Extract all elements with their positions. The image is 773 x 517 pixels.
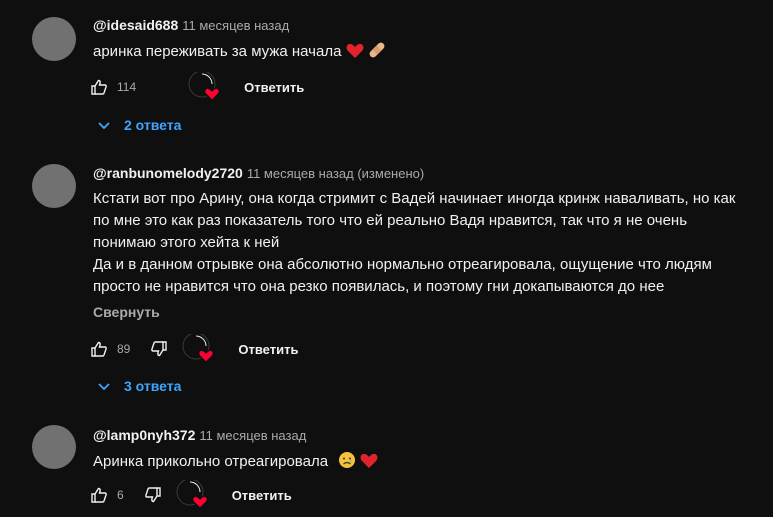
collapse-button[interactable]: Свернуть [93,304,160,320]
replies-label: 3 ответа [124,378,182,394]
comment-time[interactable]: 11 месяцев назад (изменено) [247,166,424,181]
thumbs-down-icon[interactable] [144,486,162,504]
comment-header: @lamp0nyh372 11 месяцев назад [93,426,306,445]
like-count: 6 [117,488,124,502]
comment-text-line: Кстати вот про Арину, она когда стримит … [93,190,736,207]
creator-heart-icon[interactable] [182,332,214,364]
comment-header: @idesaid688 11 месяцев назад [93,16,289,35]
comment-text-line: по мне это как раз показатель того что е… [93,212,688,229]
thumbs-up-icon[interactable] [90,340,108,358]
comment-text: аринка переживать за мужа начала [93,41,773,63]
comment-text-line: Да и в данном отрывке она абсолютно норм… [93,256,712,273]
comment-author[interactable]: @ranbunomelody2720 [93,165,243,181]
comment-text-line: просто не нравится что она резко появила… [93,278,665,295]
creator-heart-icon[interactable] [176,478,208,510]
comment-actions: 89 Ответить [90,332,298,364]
comment-text: Кстати вот про Арину, она когда стримит … [93,188,773,298]
like-count: 114 [117,80,137,94]
reply-button[interactable]: Ответить [238,342,298,357]
thumbs-up-icon[interactable] [90,78,108,96]
reply-button[interactable]: Ответить [244,80,304,95]
thumbs-down-icon[interactable] [150,340,168,358]
view-replies-button[interactable]: 2 ответа [96,117,181,133]
comment-text: Аринка прикольно отреагировала [93,451,773,473]
like-count: 89 [117,342,131,356]
chevron-down-icon [98,122,110,130]
replies-label: 2 ответа [124,117,182,133]
avatar[interactable] [32,17,76,61]
comment-text-line: Аринка прикольно отреагировала [93,453,329,470]
comment-header: @ranbunomelody2720 11 месяцев назад (изме… [93,164,424,183]
comment-text-line: понимаю этого хейта к ней [93,234,280,251]
comment-text-line: аринка переживать за мужа начала [93,43,342,60]
avatar[interactable] [32,164,76,208]
creator-heart-icon[interactable] [188,70,220,102]
comment-author[interactable]: @idesaid688 [93,17,178,33]
thumbs-up-icon[interactable] [90,486,108,504]
comment-actions: 6 Ответить [90,478,292,510]
red-heart-emoji [346,43,364,58]
red-heart-emoji [360,453,378,468]
sad-face-emoji [339,452,356,468]
avatar[interactable] [32,425,76,469]
view-replies-button[interactable]: 3 ответа [96,378,181,394]
comment-actions: 114 Ответить [90,70,304,102]
reply-button[interactable]: Ответить [232,488,292,503]
comment-time[interactable]: 11 месяцев назад [199,428,306,443]
comment-author[interactable]: @lamp0nyh372 [93,427,195,443]
chevron-down-icon [98,383,110,391]
comment-time[interactable]: 11 месяцев назад [182,18,289,33]
bandage-emoji [369,42,385,58]
